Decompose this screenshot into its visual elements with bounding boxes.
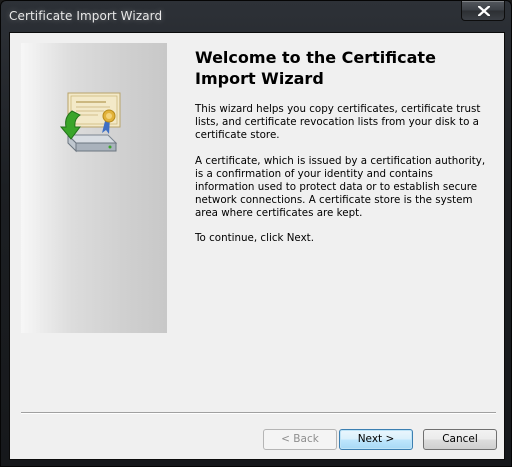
close-icon [478,6,490,16]
intro-paragraph: This wizard helps you copy certificates,… [195,103,481,141]
continue-instruction: To continue, click Next. [195,232,314,244]
cancel-button[interactable]: Cancel [423,429,497,450]
next-button[interactable]: Next > [339,429,413,450]
certificate-import-icon [59,92,121,153]
window-title: Certificate Import Wizard [9,9,163,23]
title-bar[interactable]: Certificate Import Wizard [1,1,511,33]
close-button[interactable] [461,1,505,21]
button-separator [21,412,496,414]
wizard-client-area: Welcome to the Certificate Import Wizard… [9,32,505,460]
wizard-window: Certificate Import Wizard Welcome to the… [0,0,512,467]
back-button[interactable]: < Back [263,429,337,450]
wizard-heading: Welcome to the Certificate Import Wizard [195,48,436,88]
wizard-side-panel [21,43,167,333]
certificate-description-paragraph: A certificate, which is issued by a cert… [195,155,486,219]
